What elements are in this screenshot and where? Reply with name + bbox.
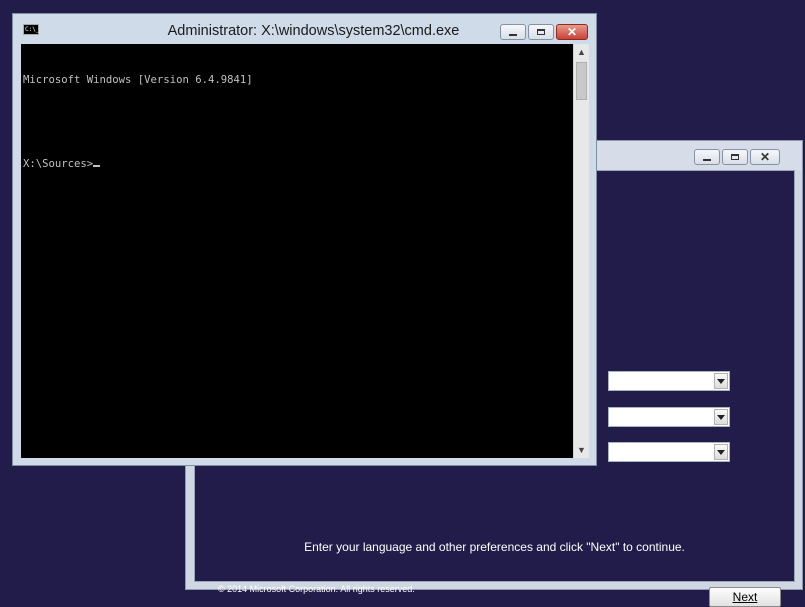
scroll-down-icon[interactable]: ▼: [574, 442, 589, 458]
text-cursor: [93, 165, 101, 167]
cmd-window-controls: ✕: [500, 24, 588, 40]
cmd-titlebar[interactable]: C:\_ Administrator: X:\windows\system32\…: [13, 14, 596, 44]
console-line: Microsoft Windows [Version 6.4.9841]: [23, 74, 253, 86]
time-currency-select[interactable]: [608, 407, 730, 427]
console-output[interactable]: Microsoft Windows [Version 6.4.9841] X:\…: [21, 44, 573, 458]
setup-minimize-button[interactable]: [694, 149, 720, 165]
vertical-scrollbar[interactable]: ▲ ▼: [573, 44, 589, 458]
setup-instructions: Enter your language and other preference…: [304, 540, 685, 554]
next-button[interactable]: Next: [709, 587, 781, 607]
setup-maximize-button[interactable]: [722, 149, 748, 165]
scrollbar-thumb[interactable]: [576, 62, 587, 100]
close-icon: ✕: [566, 25, 578, 39]
console-prompt-line[interactable]: X:\Sources>: [23, 157, 571, 171]
cmd-maximize-button[interactable]: [528, 24, 554, 40]
console-prompt: X:\Sources>: [23, 158, 94, 170]
chevron-down-icon[interactable]: [714, 444, 728, 460]
cmd-window: C:\_ Administrator: X:\windows\system32\…: [12, 13, 597, 466]
chevron-down-icon[interactable]: [714, 409, 728, 425]
language-select[interactable]: [608, 371, 730, 391]
maximize-icon: [731, 154, 739, 160]
copyright-text: © 2014 Microsoft Corporation. All rights…: [218, 584, 415, 594]
setup-window-controls: ✕: [694, 149, 780, 165]
maximize-icon: [537, 29, 545, 35]
keyboard-select[interactable]: [608, 442, 730, 462]
close-icon: ✕: [759, 150, 771, 164]
chevron-down-icon[interactable]: [714, 373, 728, 389]
cmd-minimize-button[interactable]: [500, 24, 526, 40]
setup-close-button[interactable]: ✕: [750, 149, 780, 165]
scroll-up-icon[interactable]: ▲: [574, 44, 589, 60]
minimize-icon: [703, 158, 711, 161]
cmd-close-button[interactable]: ✕: [556, 24, 588, 40]
minimize-icon: [509, 33, 517, 36]
